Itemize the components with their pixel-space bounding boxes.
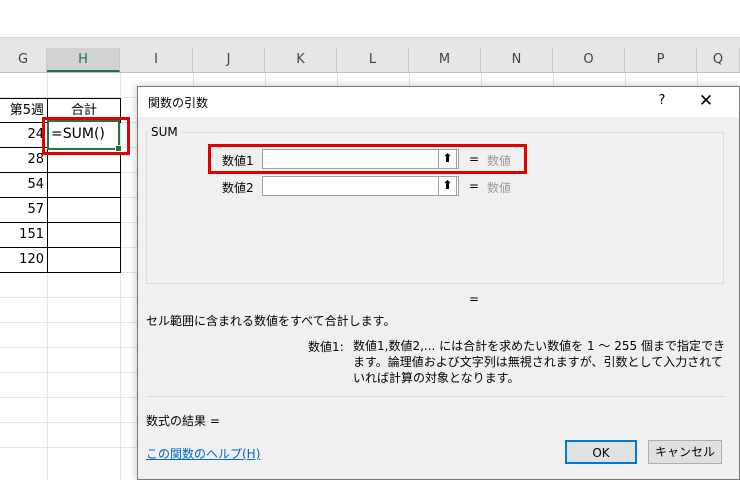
help-icon[interactable]: ? (652, 91, 672, 111)
function-result-equals: = (469, 292, 480, 306)
column-header-k[interactable]: K (265, 48, 337, 72)
ribbon-gap (0, 38, 740, 48)
formula-bar[interactable] (0, 0, 740, 38)
cell-g-row6[interactable]: 120 (0, 247, 48, 273)
ok-button[interactable]: OK (565, 440, 637, 464)
column-header-m[interactable]: M (409, 48, 481, 72)
function-help-link[interactable]: この関数のヘルプ(H) (146, 445, 260, 462)
arg2-collapse-button[interactable]: ⬆ (438, 176, 457, 196)
function-arguments-dialog: 関数の引数 ? ✕ SUM 数値1 ⬆ = 数値 数値2 ⬆ = 数値 = セル… (137, 86, 740, 480)
cell-g-row2[interactable]: 28 (0, 147, 48, 173)
function-name: SUM (148, 125, 181, 139)
cell-h-row3[interactable] (47, 172, 121, 198)
cell-h-row5[interactable] (47, 222, 121, 248)
close-icon[interactable]: ✕ (694, 90, 718, 112)
column-header-g[interactable]: G (0, 48, 47, 72)
dialog-title: 関数の引数 (148, 96, 209, 110)
cell-g-row1[interactable]: 24 (0, 122, 48, 148)
arg2-value: 数値 (487, 181, 512, 195)
arg2-equals: = (469, 179, 480, 193)
dialog-titlebar[interactable]: 関数の引数 ? ✕ (138, 87, 739, 117)
column-headers: G H I J K L M N O P Q (0, 48, 740, 73)
arg-description-label: 数値1: (308, 340, 344, 354)
cell-g-row4[interactable]: 57 (0, 197, 48, 223)
column-header-l[interactable]: L (337, 48, 409, 72)
function-description: セル範囲に含まれる数値をすべて合計します。 (146, 314, 396, 328)
column-header-q[interactable]: Q (697, 48, 740, 72)
cell-g-row5[interactable]: 151 (0, 222, 48, 248)
cell-g-row3[interactable]: 54 (0, 172, 48, 198)
arg2-label: 数値2 (222, 181, 254, 195)
column-header-o[interactable]: O (553, 48, 625, 72)
highlight-box-arg1 (208, 144, 527, 174)
arg-description-text: 数値1,数値2,... には合計を求めたい数値を 1 ～ 255 個まで指定でき… (353, 339, 725, 385)
highlight-box-cell (42, 117, 130, 155)
formula-result: 数式の結果 = (146, 414, 220, 428)
cell-h-row4[interactable] (47, 197, 121, 223)
cancel-button[interactable]: キャンセル (648, 440, 722, 464)
cell-g-header[interactable]: 第5週 (0, 98, 48, 123)
column-header-n[interactable]: N (481, 48, 553, 72)
cell-h-row6[interactable] (47, 247, 121, 273)
divider (146, 396, 726, 397)
column-header-p[interactable]: P (625, 48, 697, 72)
column-header-j[interactable]: J (193, 48, 265, 72)
arg2-input[interactable] (262, 176, 459, 196)
column-header-h[interactable]: H (47, 48, 120, 72)
collapse-dialog-icon: ⬆ (442, 178, 453, 192)
column-header-i[interactable]: I (120, 48, 193, 72)
